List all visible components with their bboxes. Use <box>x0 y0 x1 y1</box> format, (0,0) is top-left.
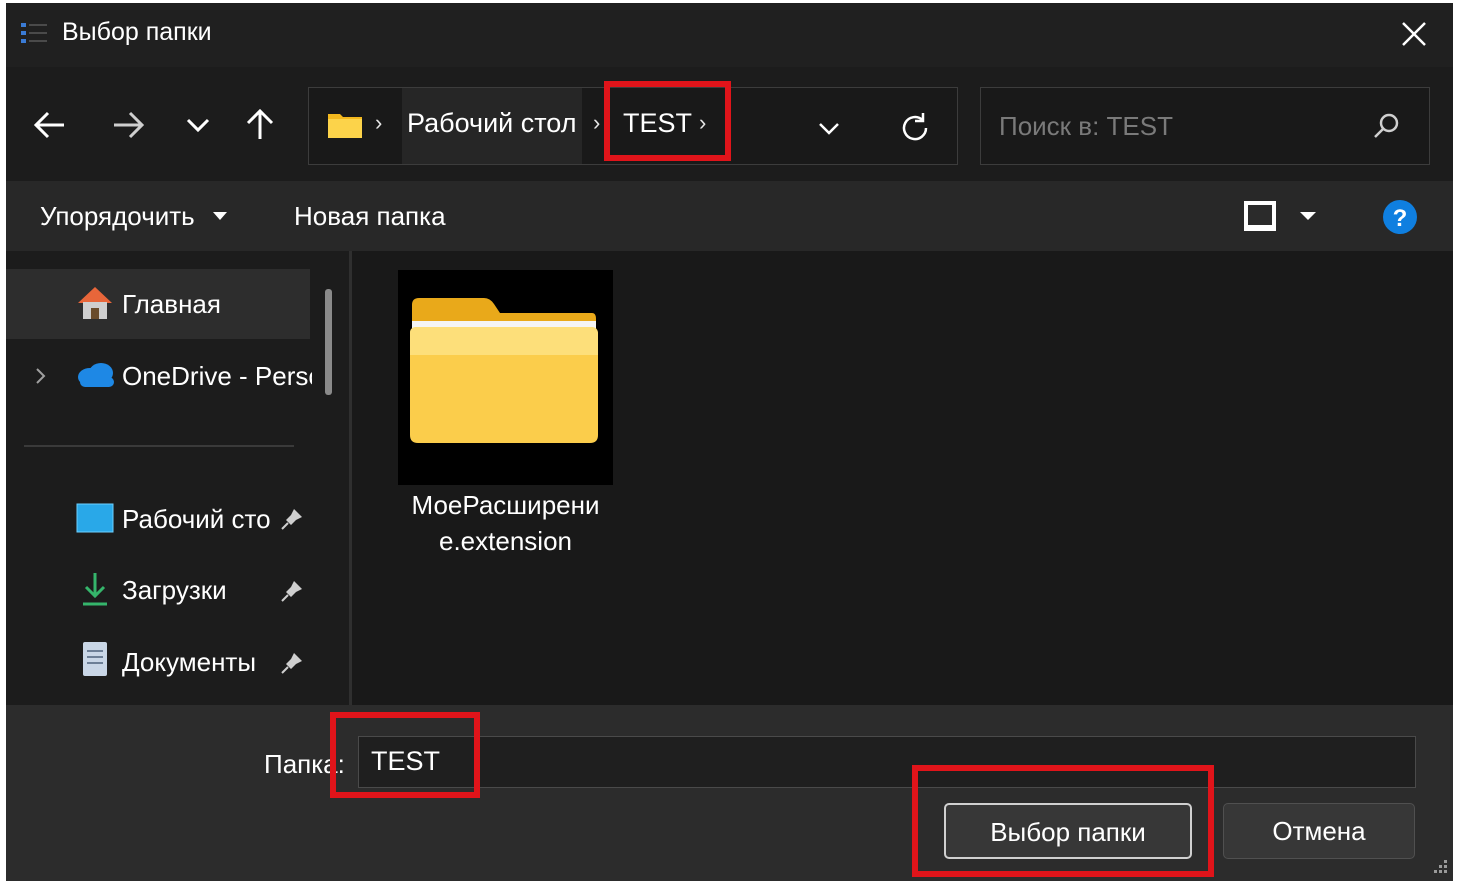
arrow-left-icon[interactable] <box>24 99 76 151</box>
pin-icon[interactable] <box>280 651 304 675</box>
new-folder-button[interactable]: Новая папка <box>294 201 446 232</box>
folder-picker-list-icon <box>21 23 47 43</box>
help-icon[interactable]: ? <box>1382 199 1418 235</box>
arrow-right-icon[interactable] <box>102 99 154 151</box>
breadcrumb-separator: › <box>593 110 601 135</box>
dialog-footer: Папка: TEST Выбор папки Отмена <box>6 705 1453 881</box>
command-bar: Упорядочить Новая папка ? <box>6 181 1453 251</box>
chevron-right-icon[interactable] <box>32 363 50 389</box>
sidebar-item-label[interactable]: Главная <box>122 289 221 320</box>
file-list: МоеРасширени e.extension <box>352 251 1453 705</box>
arrow-up-icon[interactable] <box>234 99 286 151</box>
folder-name-value[interactable]: TEST <box>371 746 440 777</box>
onedrive-cloud-icon <box>78 363 114 387</box>
document-icon <box>83 642 107 676</box>
folder-name-line-1: МоеРасширени <box>411 490 600 520</box>
view-pane-icon[interactable] <box>1242 199 1278 233</box>
breadcrumb-test[interactable]: TEST <box>623 108 692 139</box>
select-folder-button[interactable]: Выбор папки <box>944 803 1192 859</box>
close-icon[interactable] <box>1389 13 1437 57</box>
sidebar-divider <box>24 445 294 447</box>
svg-text:?: ? <box>1393 205 1408 232</box>
folder-icon <box>328 114 362 138</box>
address-bar[interactable]: › Рабочий стол › TEST › <box>308 87 958 165</box>
breadcrumb-desktop-label[interactable]: Рабочий стол <box>407 108 577 139</box>
download-icon <box>83 573 107 606</box>
refresh-icon[interactable] <box>895 108 935 148</box>
folder-large-icon <box>410 298 598 443</box>
chevron-down-icon[interactable] <box>172 99 224 151</box>
search-placeholder: Поиск в: TEST <box>999 111 1173 141</box>
search-icon[interactable] <box>1369 110 1403 144</box>
navigation-pane: Главная OneDrive - Persc Рабочий сто Заг… <box>6 251 351 705</box>
view-caret-icon[interactable] <box>1300 211 1316 221</box>
sidebar-item-label[interactable]: Рабочий сто <box>122 504 271 535</box>
sidebar-scrollbar[interactable] <box>325 289 332 395</box>
pin-icon[interactable] <box>280 507 304 531</box>
search-input[interactable]: Поиск в: TEST <box>980 87 1430 165</box>
folder-name-line-2: e.extension <box>439 526 572 556</box>
title-bar: Выбор папки <box>6 3 1453 67</box>
sidebar-item-label[interactable]: OneDrive - Persc <box>122 361 312 392</box>
caret-down-icon[interactable] <box>213 211 227 221</box>
cancel-button[interactable]: Отмена <box>1223 803 1415 859</box>
sidebar-item-label[interactable]: Документы <box>122 647 256 678</box>
folder-picker-dialog: Выбор папки › Рабочий стол › TEST › Поис… <box>6 3 1453 881</box>
window-title: Выбор папки <box>62 18 212 46</box>
folder-tile[interactable] <box>398 270 613 485</box>
resize-grip-icon[interactable] <box>1431 857 1449 875</box>
sidebar-item-label[interactable]: Загрузки <box>122 575 227 606</box>
breadcrumb-separator: › <box>375 110 383 135</box>
folder-label: Папка: <box>264 749 345 779</box>
breadcrumb-separator[interactable]: › <box>699 110 706 136</box>
home-icon <box>78 287 112 319</box>
folder-name-field[interactable]: TEST <box>358 736 1416 788</box>
navigation-bar: › Рабочий стол › TEST › Поиск в: TEST <box>6 67 1453 181</box>
pin-icon[interactable] <box>280 579 304 603</box>
folder-tile-name[interactable]: МоеРасширени e.extension <box>398 487 613 559</box>
organize-button[interactable]: Упорядочить <box>40 201 195 232</box>
address-dropdown-icon[interactable] <box>809 110 849 146</box>
desktop-icon <box>76 503 114 533</box>
